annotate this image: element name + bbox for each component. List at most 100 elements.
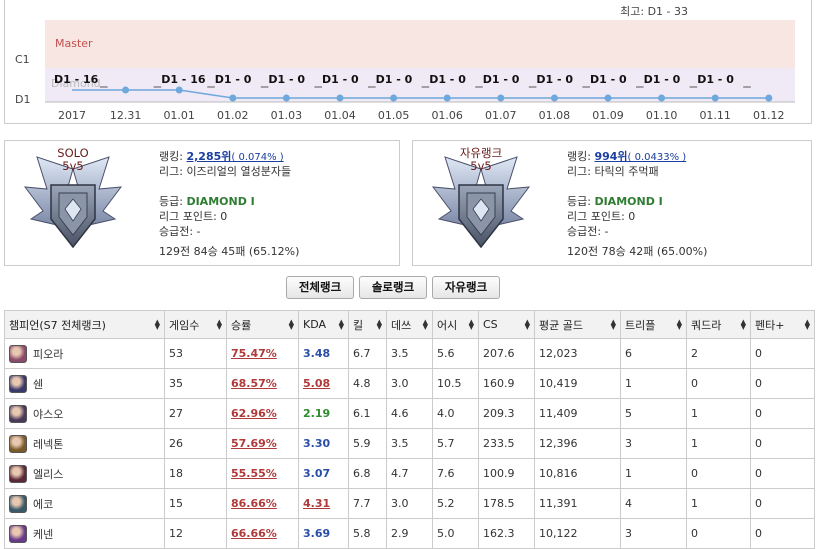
cell-games: 12 xyxy=(164,518,227,549)
champion-stats-table: 챔피언(S7 전체랭크) ▲ ▼ 게임수 ▲ ▼ 승률 ▲ ▼ KDA ▲ ▼ 킬 ▲ ▼ 데쓰 ▲ ▼ 어시 ▲ ▼ C… xyxy=(4,310,815,549)
x-tick-label: 01.08 xyxy=(539,109,571,122)
sort-arrows-icon[interactable]: ▲ ▼ xyxy=(289,319,294,331)
sort-arrows-icon[interactable]: ▲ ▼ xyxy=(423,319,428,331)
rank-point xyxy=(550,94,558,102)
column-header[interactable]: 승률 ▲ ▼ xyxy=(226,310,299,339)
table-row[interactable]: 야스오 27 62.96% 2.19 6.1 4.6 4.0 209.3 11,409 5 1 0 xyxy=(4,398,815,429)
point-label: D1 - 0 xyxy=(483,73,520,86)
cell-quadra: 0 xyxy=(686,368,751,399)
champion-portrait-icon xyxy=(9,494,27,513)
sort-arrows-icon[interactable]: ▲ ▼ xyxy=(377,319,382,331)
flex-ranking-percent[interactable]: ( 0.0433% ) xyxy=(628,152,687,163)
column-header[interactable]: 쿼드라 ▲ ▼ xyxy=(686,310,751,339)
tab-flex-rank[interactable]: 자유랭크 xyxy=(432,276,500,299)
rank-point xyxy=(336,94,344,102)
champion-cell: 쉔 xyxy=(4,368,165,399)
cell-deaths: 3.0 xyxy=(386,368,433,399)
cell-gold: 10,122 xyxy=(534,518,621,549)
tab-all-rank[interactable]: 전체랭크 xyxy=(286,276,354,299)
cell-penta: 0 xyxy=(750,368,815,399)
diamond-zone xyxy=(45,68,795,102)
cell-cs: 209.3 xyxy=(478,398,535,429)
table-row[interactable]: 피오라 53 75.47% 3.48 6.7 3.5 5.6 207.6 12,023 6 2 0 xyxy=(4,338,815,369)
point-label: D1 - 16 xyxy=(161,73,206,86)
y-tick-label: D1 xyxy=(15,93,30,106)
cell-kills: 6.1 xyxy=(348,398,387,429)
cell-wr: 57.69% xyxy=(226,428,299,459)
champion-name: 레넥톤 xyxy=(33,437,64,451)
table-header-row: 챔피언(S7 전체랭크) ▲ ▼ 게임수 ▲ ▼ 승률 ▲ ▼ KDA ▲ ▼ 킬 ▲ ▼ 데쓰 ▲ ▼ 어시 ▲ ▼ C… xyxy=(4,310,815,339)
flex-ranking-link[interactable]: 994위 xyxy=(594,150,627,163)
sort-arrows-icon[interactable]: ▲ ▼ xyxy=(805,319,810,331)
cell-kda: 4.31 xyxy=(298,488,349,519)
column-header[interactable]: 데쓰 ▲ ▼ xyxy=(386,310,433,339)
cell-assists: 5.7 xyxy=(432,428,479,459)
rank-point xyxy=(765,94,773,102)
cell-triple: 1 xyxy=(620,458,687,489)
cell-kills: 5.9 xyxy=(348,428,387,459)
sort-arrows-icon[interactable]: ▲ ▼ xyxy=(217,319,222,331)
table-row[interactable]: 엘리스 18 55.55% 3.07 6.8 4.7 7.6 100.9 10,816 1 0 0 xyxy=(4,458,815,489)
table-row[interactable]: 에코 15 86.66% 4.31 7.7 3.0 5.2 178.5 11,391 4 1 0 xyxy=(4,488,815,519)
column-header[interactable]: 어시 ▲ ▼ xyxy=(432,310,479,339)
sort-arrows-icon[interactable]: ▲ ▼ xyxy=(611,319,616,331)
table-row[interactable]: 케넨 12 66.66% 3.69 5.8 2.9 5.0 162.3 10,122 3 0 0 xyxy=(4,518,815,549)
solo-rank-title: SOLO 5v5 xyxy=(57,146,89,173)
column-header[interactable]: 게임수 ▲ ▼ xyxy=(164,310,227,339)
solo-tier: DIAMOND I xyxy=(186,195,255,208)
champion-name: 케넨 xyxy=(33,527,54,541)
cell-deaths: 2.9 xyxy=(386,518,433,549)
sort-arrows-icon[interactable]: ▲ ▼ xyxy=(339,319,344,331)
peak-rank-label: 최고: D1 - 33 xyxy=(620,5,688,18)
cell-kills: 5.8 xyxy=(348,518,387,549)
cell-triple: 4 xyxy=(620,488,687,519)
column-header[interactable]: 트리플 ▲ ▼ xyxy=(620,310,687,339)
column-header[interactable]: KDA ▲ ▼ xyxy=(298,310,349,339)
cell-quadra: 1 xyxy=(686,428,751,459)
cell-wr: 75.47% xyxy=(226,338,299,369)
x-tick-label: 01.07 xyxy=(485,109,517,122)
tab-solo-rank[interactable]: 솔로랭크 xyxy=(359,276,427,299)
cell-cs: 100.9 xyxy=(478,458,535,489)
column-header[interactable]: 킬 ▲ ▼ xyxy=(348,310,387,339)
champion-cell: 에코 xyxy=(4,488,165,519)
champion-cell: 케넨 xyxy=(4,518,165,549)
cell-kda: 3.48 xyxy=(298,338,349,369)
x-tick-label: 01.01 xyxy=(163,109,195,122)
sort-arrows-icon[interactable]: ▲ ▼ xyxy=(741,319,746,331)
column-header[interactable]: 평균 골드 ▲ ▼ xyxy=(534,310,621,339)
champion-portrait-icon xyxy=(9,404,27,423)
table-row[interactable]: 레넥톤 26 57.69% 3.30 5.9 3.5 5.7 233.5 12,396 3 1 0 xyxy=(4,428,815,459)
rank-point xyxy=(175,86,183,94)
table-row[interactable]: 쉔 35 68.57% 5.08 4.8 3.0 10.5 160.9 10,419 1 0 0 xyxy=(4,368,815,399)
sort-arrows-icon[interactable]: ▲ ▼ xyxy=(525,319,530,331)
solo-league-points: 리그 포인트: 0 xyxy=(159,210,228,223)
cell-cs: 160.9 xyxy=(478,368,535,399)
solo-ranking-percent[interactable]: ( 0.074% ) xyxy=(231,152,283,163)
column-header[interactable]: 챔피언(S7 전체랭크) ▲ ▼ xyxy=(4,310,165,339)
cell-triple: 1 xyxy=(620,368,687,399)
cell-wr: 86.66% xyxy=(226,488,299,519)
sort-arrows-icon[interactable]: ▲ ▼ xyxy=(155,319,160,331)
solo-rank-card: SOLO 5v5 랭킹: 2,285위( 0.074% ) 리그: 이즈리얼의 … xyxy=(4,140,400,266)
cell-gold: 12,023 xyxy=(534,338,621,369)
rank-point xyxy=(604,94,612,102)
rank-point xyxy=(443,94,451,102)
cell-kda: 3.69 xyxy=(298,518,349,549)
column-header[interactable]: CS ▲ ▼ xyxy=(478,310,535,339)
solo-ranking-link[interactable]: 2,285위 xyxy=(186,150,231,163)
cell-triple: 3 xyxy=(620,428,687,459)
champion-portrait-icon xyxy=(9,434,27,453)
cell-assists: 10.5 xyxy=(432,368,479,399)
sort-arrows-icon[interactable]: ▲ ▼ xyxy=(677,319,682,331)
flex-tier: DIAMOND I xyxy=(594,195,663,208)
cell-cs: 162.3 xyxy=(478,518,535,549)
cell-deaths: 4.6 xyxy=(386,398,433,429)
cell-penta: 0 xyxy=(750,488,815,519)
x-tick-label: 01.11 xyxy=(699,109,731,122)
rank-history-graph: Master Diamond C1 D1 D1 - 16 D1 - 16 D1 - 0 D1 … xyxy=(4,0,812,124)
master-zone xyxy=(45,20,795,68)
sort-arrows-icon[interactable]: ▲ ▼ xyxy=(469,319,474,331)
master-zone-label: Master xyxy=(55,37,93,50)
column-header[interactable]: 펜타+ ▲ ▼ xyxy=(750,310,815,339)
